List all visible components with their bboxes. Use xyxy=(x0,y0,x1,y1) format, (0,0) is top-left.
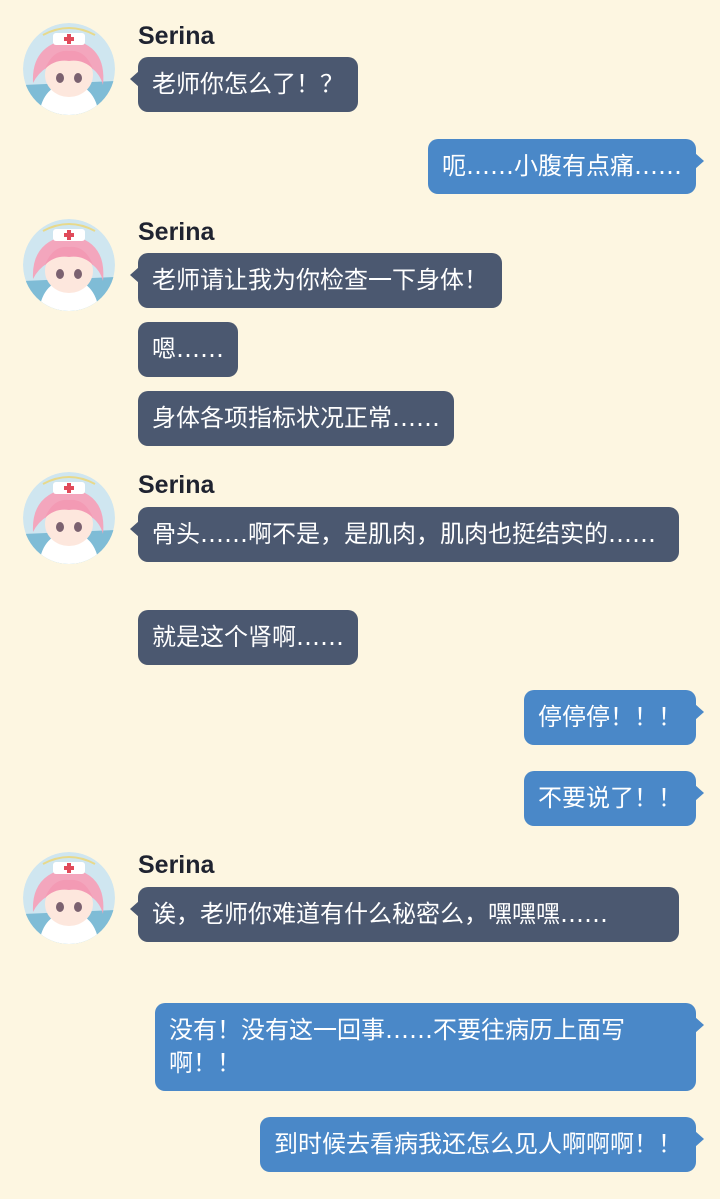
avatar[interactable] xyxy=(23,219,115,311)
message-bubble-left: 诶，老师你难道有什么秘密么，嘿嘿嘿…… xyxy=(130,887,679,942)
character-name: Serina xyxy=(138,851,215,879)
message-bubble-right: 到时候去看病我还怎么见人啊啊啊！！ xyxy=(260,1117,704,1172)
nurse-avatar-icon xyxy=(23,472,115,564)
avatar[interactable] xyxy=(23,852,115,944)
message-bubble-left: 就是这个肾啊…… xyxy=(138,610,358,665)
message-bubble-left: 骨头……啊不是，是肌肉，肌肉也挺结实的…… xyxy=(130,507,679,562)
message-bubble-right: 不要说了！！ xyxy=(524,771,704,826)
character-name: Serina xyxy=(138,22,215,50)
nurse-avatar-icon xyxy=(23,23,115,115)
message-bubble-right: 没有！没有这一回事……不要往病历上面写啊！！ xyxy=(155,1003,704,1091)
message-bubble-left: 老师你怎么了！？ xyxy=(130,57,358,112)
nurse-avatar-icon xyxy=(23,219,115,311)
character-name: Serina xyxy=(138,471,215,499)
message-bubble-left: 老师请让我为你检查一下身体！ xyxy=(130,253,502,308)
message-bubble-right: 停停停！！！ xyxy=(524,690,704,745)
message-bubble-left: 身体各项指标状况正常…… xyxy=(138,391,454,446)
avatar[interactable] xyxy=(23,472,115,564)
avatar[interactable] xyxy=(23,23,115,115)
message-bubble-right: 呃……小腹有点痛…… xyxy=(428,139,704,194)
message-bubble-left: 嗯…… xyxy=(138,322,238,377)
nurse-avatar-icon xyxy=(23,852,115,944)
character-name: Serina xyxy=(138,218,215,246)
